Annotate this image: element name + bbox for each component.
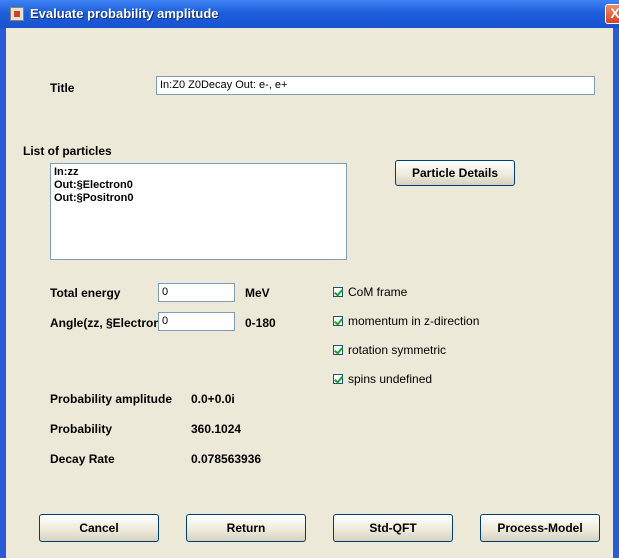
window-title: Evaluate probability amplitude [30,6,219,21]
com-frame-checkbox[interactable]: CoM frame [333,285,407,299]
amplitude-value: 0.0+0.0i [191,392,235,406]
amplitude-label: Probability amplitude [50,392,173,406]
momentum-z-checkbox[interactable]: momentum in z-direction [333,314,479,328]
list-item[interactable]: Out:§Positron0 [54,192,343,205]
title-label: Title [50,81,75,95]
title-bar[interactable]: Evaluate probability amplitude X [0,0,619,28]
checkmark-icon [333,316,343,326]
title-field[interactable]: In:Z0 Z0Decay Out: e-, e+ [156,76,595,95]
rotation-symmetric-checkbox[interactable]: rotation symmetric [333,343,446,357]
checkmark-icon [333,287,343,297]
particle-list[interactable]: In:zz Out:§Electron0 Out:§Positron0 [50,163,347,260]
spins-undefined-checkbox[interactable]: spins undefined [333,372,432,386]
total-energy-label: Total energy [50,286,121,300]
checkmark-icon [333,374,343,384]
close-button[interactable]: X [605,4,619,24]
spins-undefined-label: spins undefined [348,372,433,386]
dialog-window: Evaluate probability amplitude X Title I… [0,0,619,558]
angle-field[interactable]: 0 [158,312,235,331]
com-frame-label: CoM frame [348,285,408,299]
decay-rate-value: 0.078563936 [191,452,262,466]
probability-value: 360.1024 [191,422,242,436]
angle-range: 0-180 [245,316,276,330]
checkmark-icon [333,345,343,355]
angle-label: Angle(zz, §Electron0 [50,316,159,330]
list-item[interactable]: In:zz [54,166,343,179]
java-cup-icon [10,7,24,21]
particle-details-button[interactable]: Particle Details [395,160,515,186]
rotation-symmetric-label: rotation symmetric [348,343,447,357]
list-item[interactable]: Out:§Electron0 [54,179,343,192]
cancel-button[interactable]: Cancel [39,514,159,542]
momentum-z-label: momentum in z-direction [348,314,480,328]
process-model-button[interactable]: Process-Model [480,514,600,542]
energy-unit: MeV [245,286,270,300]
return-button[interactable]: Return [186,514,306,542]
decay-rate-label: Decay Rate [50,452,115,466]
dialog-content: Title In:Z0 Z0Decay Out: e-, e+ List of … [6,28,613,558]
particle-list-label: List of particles [23,144,112,158]
total-energy-field[interactable]: 0 [158,283,235,302]
std-qft-button[interactable]: Std-QFT [333,514,453,542]
probability-label: Probability [50,422,113,436]
